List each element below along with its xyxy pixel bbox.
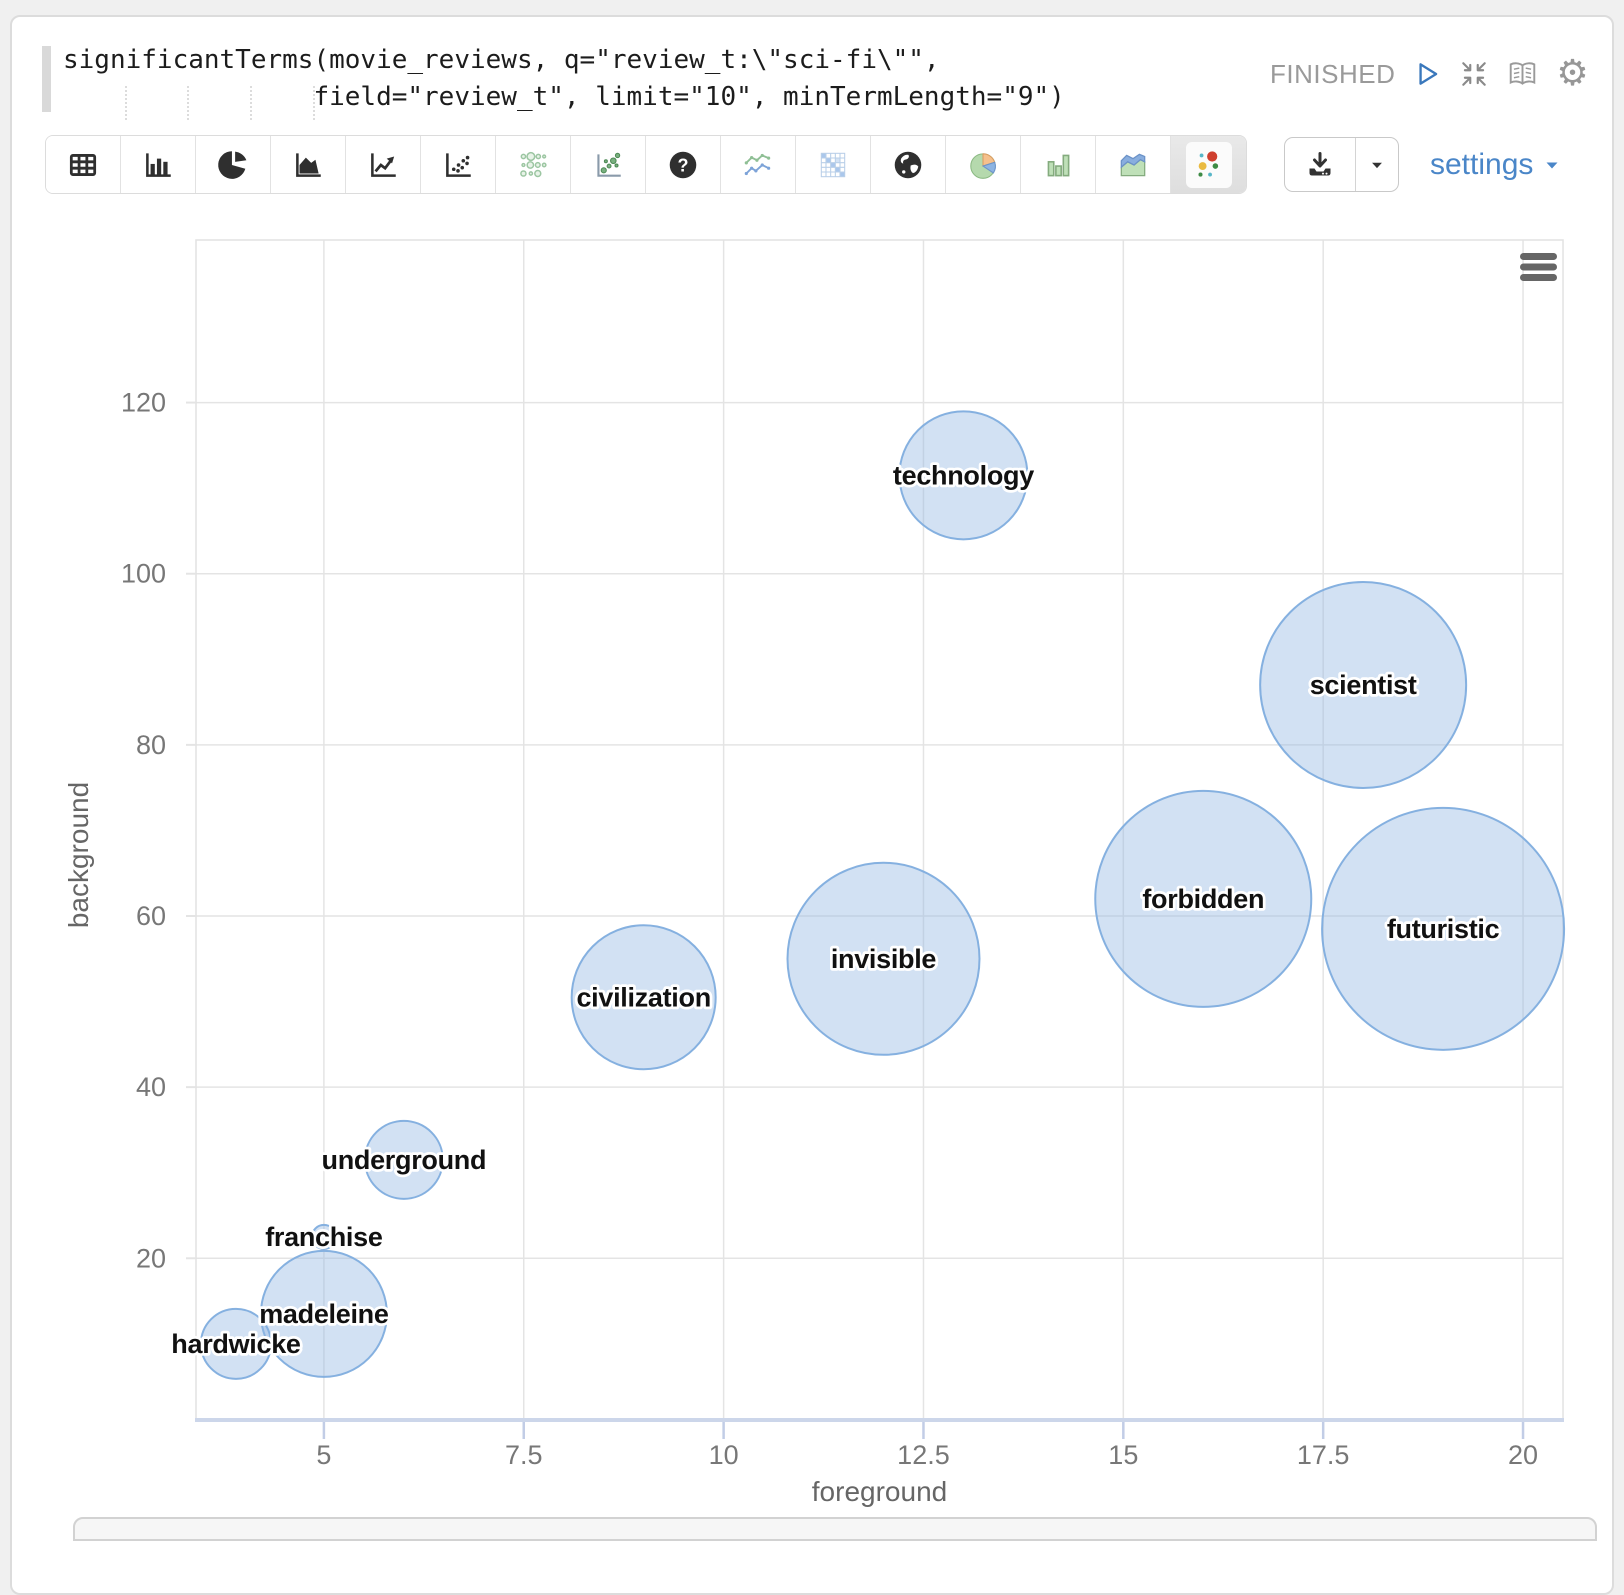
pie-chart-color-icon <box>966 148 1000 182</box>
bubble-civilization[interactable] <box>572 925 716 1069</box>
chart-type-toolbar: ? <box>45 135 1247 194</box>
hamburger-icon <box>1520 253 1557 260</box>
chart-type-button-multi-line-chart[interactable] <box>721 136 796 193</box>
chart-type-button-bubble-chart[interactable] <box>1171 136 1246 193</box>
chart-type-button-scatter-plot[interactable] <box>421 136 496 193</box>
chart-type-button-area-chart[interactable] <box>271 136 346 193</box>
book-icon[interactable] <box>1506 59 1539 89</box>
chart-type-button-bubble-scatter[interactable] <box>571 136 646 193</box>
caret-down-icon <box>1542 155 1562 175</box>
bubble-futuristic[interactable] <box>1322 808 1564 1050</box>
chart-type-button-line-chart[interactable] <box>346 136 421 193</box>
chart-type-button-table[interactable] <box>46 136 121 193</box>
gear-icon[interactable]: ⚙ <box>1556 56 1588 92</box>
multi-line-chart-icon <box>741 148 775 182</box>
bubble-chart-icon <box>1186 142 1232 188</box>
help-icon: ? <box>666 148 700 182</box>
table-icon <box>66 148 100 182</box>
hamburger-icon <box>1520 264 1557 271</box>
indent-guide <box>250 86 252 120</box>
chart-type-button-stacked-area-chart[interactable] <box>1096 136 1171 193</box>
globe-icon <box>891 148 925 182</box>
bubble-scatter-icon <box>591 148 625 182</box>
code-line-2: field="review_t", limit="10", minTermLen… <box>63 79 1065 116</box>
play-icon[interactable] <box>1412 59 1442 89</box>
chart-type-button-pie-chart-color[interactable] <box>946 136 1021 193</box>
indent-guide <box>187 86 189 120</box>
chart-type-button-globe[interactable] <box>871 136 946 193</box>
settings-label: settings <box>1430 148 1533 182</box>
download-split-button <box>1284 137 1399 192</box>
heatmap-icon <box>816 148 850 182</box>
compress-icon[interactable] <box>1459 59 1489 89</box>
column-chart-green-icon <box>1041 148 1075 182</box>
download-button[interactable] <box>1285 138 1356 191</box>
bubble-invisible[interactable] <box>787 863 979 1055</box>
bubble-scientist[interactable] <box>1260 582 1466 788</box>
bubble-hardwicke[interactable] <box>201 1309 271 1379</box>
paragraph-focus-bar <box>42 46 51 112</box>
indent-guide <box>125 86 127 120</box>
paragraph-controls: FINISHED ⚙ <box>1270 51 1589 97</box>
bubble-underground[interactable] <box>365 1121 443 1199</box>
pie-chart-icon <box>216 148 250 182</box>
bubble-grid-icon <box>516 148 550 182</box>
bubble-technology[interactable] <box>899 411 1027 539</box>
chart-type-button-bubble-grid[interactable] <box>496 136 571 193</box>
area-chart-icon <box>291 148 325 182</box>
scatter-plot-icon <box>441 148 475 182</box>
stacked-area-chart-icon <box>1116 148 1150 182</box>
svg-text:?: ? <box>677 155 688 175</box>
settings-toggle[interactable]: settings <box>1430 137 1562 192</box>
next-paragraph-edge <box>73 1517 1597 1541</box>
chart-type-button-help[interactable]: ? <box>646 136 721 193</box>
line-chart-icon <box>366 148 400 182</box>
chart-type-button-pie-chart[interactable] <box>196 136 271 193</box>
code-editor[interactable]: significantTerms(movie_reviews, q="revie… <box>63 42 1065 116</box>
download-options-caret[interactable] <box>1356 138 1398 191</box>
chart-context-menu-button[interactable] <box>1520 253 1557 281</box>
bar-chart-icon <box>141 148 175 182</box>
code-line-1: significantTerms(movie_reviews, q="revie… <box>63 45 940 75</box>
bubble-franchise[interactable] <box>312 1225 336 1249</box>
chart-type-button-column-chart-green[interactable] <box>1021 136 1096 193</box>
status-badge: FINISHED <box>1270 59 1395 90</box>
chart-type-button-heatmap[interactable] <box>796 136 871 193</box>
indent-guide <box>313 86 315 120</box>
bubble-madeleine[interactable] <box>261 1251 387 1377</box>
chart-type-button-bar-chart[interactable] <box>121 136 196 193</box>
hamburger-icon <box>1520 274 1557 281</box>
bubble-forbidden[interactable] <box>1095 791 1311 1007</box>
